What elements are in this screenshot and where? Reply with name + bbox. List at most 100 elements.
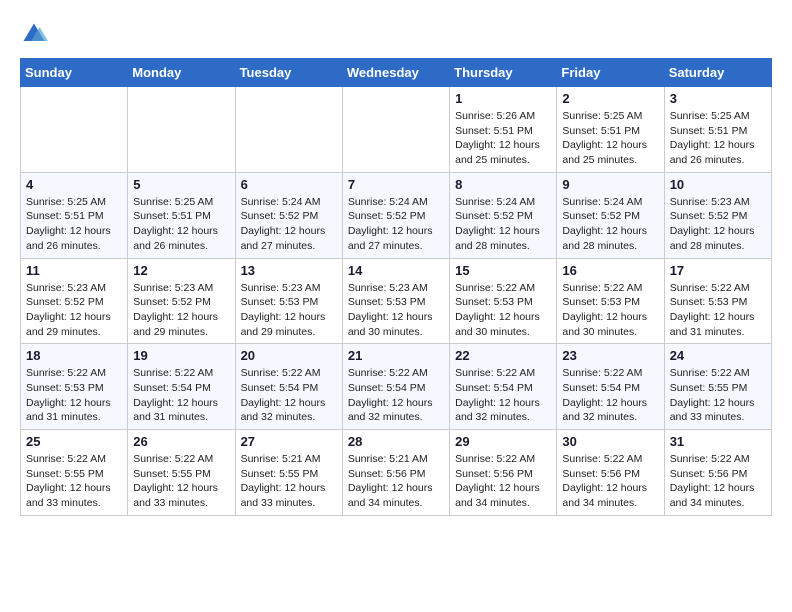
calendar-cell (21, 87, 128, 173)
calendar-cell: 21 Sunrise: 5:22 AMSunset: 5:54 PMDayligh… (342, 344, 449, 430)
day-number: 20 (241, 348, 337, 363)
col-header-thursday: Thursday (450, 59, 557, 87)
day-info: Sunrise: 5:21 AMSunset: 5:55 PMDaylight:… (241, 452, 337, 511)
calendar-cell: 24Sunrise: 5:22 AMSunset: 5:55 PMDayligh… (664, 344, 771, 430)
calendar-week-2: 4Sunrise: 5:25 AMSunset: 5:51 PMDaylight… (21, 172, 772, 258)
day-number: 12 (133, 263, 229, 278)
day-info: Sunrise: 5:24 AMSunset: 5:52 PMDaylight:… (455, 195, 551, 254)
calendar-header-row: SundayMondayTuesdayWednesdayThursdayFrid… (21, 59, 772, 87)
col-header-wednesday: Wednesday (342, 59, 449, 87)
calendar-week-4: 18 Sunrise: 5:22 AMSunset: 5:53 PMDayligh… (21, 344, 772, 430)
day-info: Sunrise: 5:23 AMSunset: 5:53 PMDaylight:… (241, 281, 337, 340)
day-info: Sunrise: 5:22 AMSunset: 5:56 PMDaylight:… (455, 452, 551, 511)
page-header (20, 20, 772, 48)
calendar-cell: 27 Sunrise: 5:21 AMSunset: 5:55 PMDayligh… (235, 430, 342, 516)
day-info: Sunrise: 5:24 AMSunset: 5:52 PMDaylight:… (562, 195, 658, 254)
day-number: 26 (133, 434, 229, 449)
calendar-cell: 22Sunrise: 5:22 AMSunset: 5:54 PMDayligh… (450, 344, 557, 430)
logo-icon (20, 20, 48, 48)
col-header-tuesday: Tuesday (235, 59, 342, 87)
calendar-cell: 12Sunrise: 5:23 AMSunset: 5:52 PMDayligh… (128, 258, 235, 344)
day-number: 13 (241, 263, 337, 278)
col-header-saturday: Saturday (664, 59, 771, 87)
calendar-week-1: 1 Sunrise: 5:26 AMSunset: 5:51 PMDaylight… (21, 87, 772, 173)
day-info: Sunrise: 5:22 AMSunset: 5:54 PMDaylight:… (562, 366, 658, 425)
day-number: 30 (562, 434, 658, 449)
day-number: 11 (26, 263, 122, 278)
calendar-cell (342, 87, 449, 173)
calendar-cell (235, 87, 342, 173)
day-info: Sunrise: 5:21 AMSunset: 5:56 PMDaylight:… (348, 452, 444, 511)
day-number: 6 (241, 177, 337, 192)
day-info: Sunrise: 5:25 AMSunset: 5:51 PMDaylight:… (562, 109, 658, 168)
calendar-cell (128, 87, 235, 173)
logo (20, 20, 52, 48)
day-number: 27 (241, 434, 337, 449)
day-number: 2 (562, 91, 658, 106)
calendar-cell: 1 Sunrise: 5:26 AMSunset: 5:51 PMDaylight… (450, 87, 557, 173)
day-number: 25 (26, 434, 122, 449)
day-info: Sunrise: 5:23 AMSunset: 5:53 PMDaylight:… (348, 281, 444, 340)
day-number: 9 (562, 177, 658, 192)
day-info: Sunrise: 5:22 AMSunset: 5:54 PMDaylight:… (133, 366, 229, 425)
calendar-cell: 14 Sunrise: 5:23 AMSunset: 5:53 PMDayligh… (342, 258, 449, 344)
day-number: 21 (348, 348, 444, 363)
col-header-friday: Friday (557, 59, 664, 87)
calendar-cell: 6 Sunrise: 5:24 AMSunset: 5:52 PMDaylight… (235, 172, 342, 258)
col-header-sunday: Sunday (21, 59, 128, 87)
calendar-cell: 15Sunrise: 5:22 AMSunset: 5:53 PMDayligh… (450, 258, 557, 344)
day-info: Sunrise: 5:22 AMSunset: 5:55 PMDaylight:… (133, 452, 229, 511)
day-number: 8 (455, 177, 551, 192)
day-info: Sunrise: 5:25 AMSunset: 5:51 PMDaylight:… (26, 195, 122, 254)
day-number: 18 (26, 348, 122, 363)
day-number: 14 (348, 263, 444, 278)
day-number: 24 (670, 348, 766, 363)
calendar-cell: 8 Sunrise: 5:24 AMSunset: 5:52 PMDaylight… (450, 172, 557, 258)
calendar-cell: 16Sunrise: 5:22 AMSunset: 5:53 PMDayligh… (557, 258, 664, 344)
calendar-cell: 30 Sunrise: 5:22 AMSunset: 5:56 PMDayligh… (557, 430, 664, 516)
calendar-cell: 25 Sunrise: 5:22 AMSunset: 5:55 PMDayligh… (21, 430, 128, 516)
calendar-week-5: 25 Sunrise: 5:22 AMSunset: 5:55 PMDayligh… (21, 430, 772, 516)
calendar-week-3: 11 Sunrise: 5:23 AMSunset: 5:52 PMDayligh… (21, 258, 772, 344)
day-number: 1 (455, 91, 551, 106)
day-number: 17 (670, 263, 766, 278)
calendar-cell: 2 Sunrise: 5:25 AMSunset: 5:51 PMDaylight… (557, 87, 664, 173)
calendar-cell: 18 Sunrise: 5:22 AMSunset: 5:53 PMDayligh… (21, 344, 128, 430)
day-info: Sunrise: 5:22 AMSunset: 5:55 PMDaylight:… (26, 452, 122, 511)
calendar-cell: 5 Sunrise: 5:25 AMSunset: 5:51 PMDaylight… (128, 172, 235, 258)
calendar-cell: 28Sunrise: 5:21 AMSunset: 5:56 PMDayligh… (342, 430, 449, 516)
day-number: 3 (670, 91, 766, 106)
calendar-cell: 31 Sunrise: 5:22 AMSunset: 5:56 PMDayligh… (664, 430, 771, 516)
calendar-cell: 29 Sunrise: 5:22 AMSunset: 5:56 PMDayligh… (450, 430, 557, 516)
day-number: 5 (133, 177, 229, 192)
day-info: Sunrise: 5:24 AMSunset: 5:52 PMDaylight:… (348, 195, 444, 254)
day-info: Sunrise: 5:22 AMSunset: 5:53 PMDaylight:… (26, 366, 122, 425)
day-number: 31 (670, 434, 766, 449)
calendar-cell: 11 Sunrise: 5:23 AMSunset: 5:52 PMDayligh… (21, 258, 128, 344)
day-info: Sunrise: 5:22 AMSunset: 5:56 PMDaylight:… (670, 452, 766, 511)
day-info: Sunrise: 5:22 AMSunset: 5:56 PMDaylight:… (562, 452, 658, 511)
calendar-cell: 13 Sunrise: 5:23 AMSunset: 5:53 PMDayligh… (235, 258, 342, 344)
day-info: Sunrise: 5:22 AMSunset: 5:53 PMDaylight:… (562, 281, 658, 340)
day-info: Sunrise: 5:22 AMSunset: 5:53 PMDaylight:… (455, 281, 551, 340)
calendar-cell: 23 Sunrise: 5:22 AMSunset: 5:54 PMDayligh… (557, 344, 664, 430)
day-info: Sunrise: 5:23 AMSunset: 5:52 PMDaylight:… (26, 281, 122, 340)
day-number: 29 (455, 434, 551, 449)
day-info: Sunrise: 5:22 AMSunset: 5:53 PMDaylight:… (670, 281, 766, 340)
day-number: 7 (348, 177, 444, 192)
day-number: 23 (562, 348, 658, 363)
day-info: Sunrise: 5:26 AMSunset: 5:51 PMDaylight:… (455, 109, 551, 168)
calendar-cell: 26 Sunrise: 5:22 AMSunset: 5:55 PMDayligh… (128, 430, 235, 516)
calendar-cell: 4Sunrise: 5:25 AMSunset: 5:51 PMDaylight… (21, 172, 128, 258)
day-info: Sunrise: 5:25 AMSunset: 5:51 PMDaylight:… (670, 109, 766, 168)
calendar-cell: 7 Sunrise: 5:24 AMSunset: 5:52 PMDaylight… (342, 172, 449, 258)
calendar-cell: 9 Sunrise: 5:24 AMSunset: 5:52 PMDaylight… (557, 172, 664, 258)
day-info: Sunrise: 5:22 AMSunset: 5:54 PMDaylight:… (348, 366, 444, 425)
day-info: Sunrise: 5:24 AMSunset: 5:52 PMDaylight:… (241, 195, 337, 254)
calendar-cell: 10Sunrise: 5:23 AMSunset: 5:52 PMDayligh… (664, 172, 771, 258)
day-number: 19 (133, 348, 229, 363)
calendar-cell: 3 Sunrise: 5:25 AMSunset: 5:51 PMDaylight… (664, 87, 771, 173)
calendar-cell: 17 Sunrise: 5:22 AMSunset: 5:53 PMDayligh… (664, 258, 771, 344)
col-header-monday: Monday (128, 59, 235, 87)
day-info: Sunrise: 5:25 AMSunset: 5:51 PMDaylight:… (133, 195, 229, 254)
